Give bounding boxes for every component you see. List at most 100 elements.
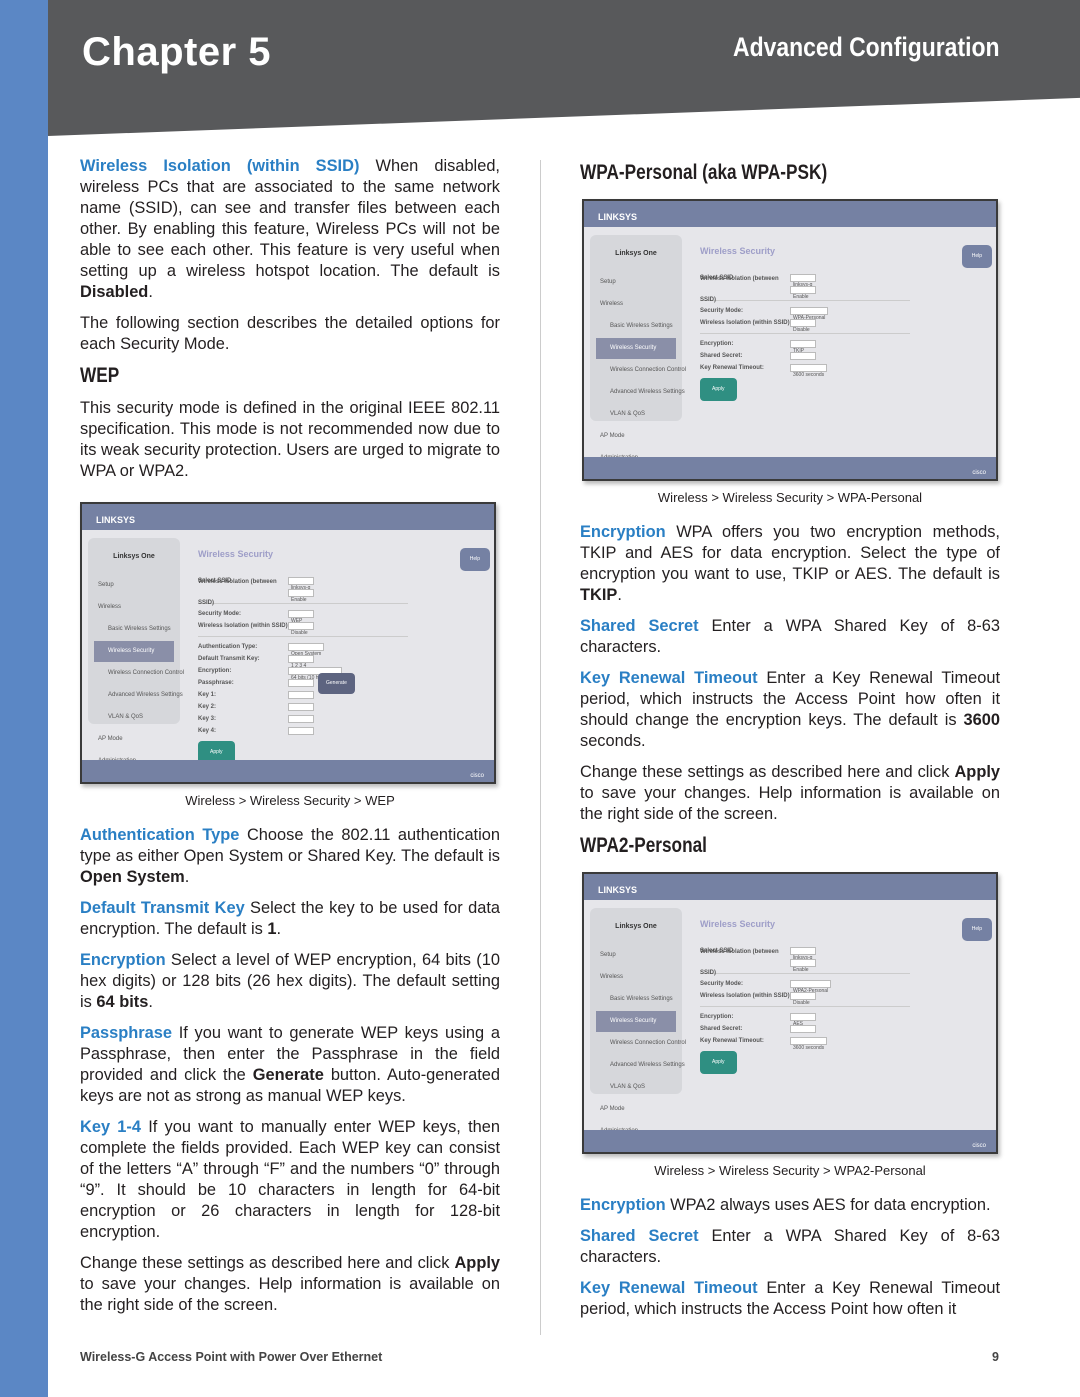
bold: Open System	[80, 868, 185, 886]
nav-item[interactable]: Setup	[596, 945, 676, 966]
form: Wireless Security Select SSID linksys-g Wir…	[700, 241, 910, 401]
paragraph: Authentication Type Choose the 802.11 au…	[80, 825, 500, 888]
nav-item[interactable]: Basic Wireless Settings	[596, 316, 676, 337]
help-button[interactable]: Help	[459, 548, 490, 571]
field-input[interactable]	[288, 727, 314, 735]
nav-item[interactable]: Wireless	[596, 294, 676, 315]
nav-item[interactable]: Wireless Connection Control	[596, 1033, 686, 1054]
bold: 64 bits	[96, 993, 149, 1011]
sidebar: Linksys One Setup Wireless Basic Wireless S…	[88, 538, 184, 782]
nav-item[interactable]: Wireless Security	[596, 1011, 676, 1032]
field-label: Wireless Isolation (within SSID)	[700, 992, 790, 999]
nav-item[interactable]: Advanced Wireless Settings	[94, 685, 183, 706]
nav-item[interactable]: AP Mode	[596, 1099, 676, 1120]
nav-item[interactable]: Wireless	[94, 597, 174, 618]
text: Change these settings as described here …	[80, 1254, 455, 1272]
field-input[interactable]	[288, 703, 314, 711]
chapter-title: Chapter 5	[82, 30, 271, 74]
field-input[interactable]	[288, 679, 314, 687]
term: Passphrase	[80, 1024, 173, 1042]
nav-item[interactable]: Setup	[94, 575, 174, 596]
sidebar: Linksys One Setup Wireless Basic Wireless S…	[590, 235, 686, 479]
footer-page-number: 9	[992, 1350, 999, 1364]
field-input[interactable]	[288, 691, 314, 699]
paragraph: This security mode is defined in the ori…	[80, 399, 500, 480]
paragraph: Passphrase If you want to generate WEP k…	[80, 1023, 500, 1107]
field-input[interactable]	[790, 1025, 816, 1033]
apply-button[interactable]: Apply	[700, 378, 737, 401]
form-row: Wireless Isolation (within SSID) Disable	[700, 990, 910, 1006]
left-column: Wireless Isolation (within SSID) When di…	[80, 156, 500, 1326]
page-title: Wireless Security	[198, 549, 273, 559]
field-input[interactable]: 1 2 3 4	[288, 655, 314, 669]
bold: Apply	[954, 763, 1000, 781]
text: .	[617, 586, 622, 604]
nav-item[interactable]: Advanced Wireless Settings	[596, 1055, 685, 1076]
field-input[interactable]: WPA-Personal	[790, 307, 829, 321]
generate-button[interactable]: Generate	[318, 672, 355, 694]
field-input[interactable]: Disable	[288, 622, 314, 636]
help-button[interactable]: Help	[961, 918, 992, 941]
bold: Apply	[454, 1254, 500, 1272]
field-input[interactable]: linksys-g	[790, 947, 816, 961]
nav-item[interactable]: Wireless	[596, 967, 676, 988]
nav-item[interactable]: AP Mode	[94, 729, 174, 750]
field-input[interactable]: 3600 seconds	[790, 364, 828, 378]
field-label: Key Renewal Timeout:	[700, 1037, 764, 1044]
field-input[interactable]: Disable	[790, 992, 816, 1006]
form-row: Wireless Isolation (between SSID) Enable	[700, 276, 910, 303]
paragraph: Default Transmit Key Select the key to b…	[80, 898, 500, 940]
field-input[interactable]: Enable	[790, 286, 816, 300]
page-title: Wireless Security	[700, 246, 775, 256]
text: Change these settings as described here …	[580, 763, 955, 781]
term: Key Renewal Timeout	[580, 669, 758, 687]
nav-item[interactable]: Wireless Connection Control	[94, 663, 184, 684]
term: Encryption	[580, 523, 666, 541]
nav-item[interactable]: VLAN & QoS	[596, 404, 676, 425]
nav-item[interactable]: VLAN & QoS	[596, 1077, 676, 1098]
field-input[interactable]: WEP	[288, 610, 314, 624]
field-input[interactable]	[790, 352, 816, 360]
field-input[interactable]: Enable	[790, 959, 816, 973]
field-input[interactable]: linksys-g	[790, 274, 816, 288]
nav-item[interactable]: AP Mode	[596, 426, 676, 447]
cisco-logo: cisco	[82, 760, 494, 782]
nav-item[interactable]: VLAN & QoS	[94, 707, 174, 728]
field-label: Wireless Isolation (within SSID)	[700, 319, 790, 326]
footer-product: Wireless-G Access Point with Power Over …	[80, 1350, 383, 1364]
field-input[interactable]: Disable	[790, 319, 816, 333]
field-label: Wireless Isolation (within SSID)	[198, 622, 288, 629]
field-input[interactable]: TKIP	[790, 340, 816, 354]
help-button[interactable]: Help	[961, 245, 992, 268]
apply-button[interactable]: Apply	[700, 1051, 737, 1074]
term: Encryption	[580, 1196, 666, 1214]
brand-logo: LINKSYS	[82, 504, 494, 530]
nav-item[interactable]: Basic Wireless Settings	[94, 619, 174, 640]
text: .	[276, 920, 282, 938]
nav-item[interactable]: Wireless Connection Control	[596, 360, 686, 381]
field-input[interactable]: Open System	[288, 643, 325, 657]
nav-item[interactable]: Wireless Security	[596, 338, 676, 359]
nav-item[interactable]: Basic Wireless Settings	[596, 989, 676, 1010]
field-input[interactable]: Enable	[288, 589, 314, 603]
field-input[interactable]: WPA2-Personal	[790, 980, 832, 994]
paragraph: Encryption WPA offers you two encryption…	[580, 522, 1000, 606]
paragraph: The following section describes the deta…	[80, 314, 500, 353]
screenshot-wep: LINKSYS Linksys One Setup Wireless Basic Wir…	[80, 502, 496, 784]
nav-item[interactable]: Advanced Wireless Settings	[596, 382, 685, 403]
field-input[interactable]	[288, 715, 314, 723]
text: .	[148, 283, 153, 301]
field-input[interactable]: AES	[790, 1013, 816, 1027]
heading-wpa2-personal: WPA2-Personal	[580, 834, 707, 857]
nav-item[interactable]: Setup	[596, 272, 676, 293]
nav-item[interactable]: Wireless Security	[94, 641, 174, 662]
caption: Wireless > Wireless Security > WPA-Perso…	[657, 490, 923, 505]
field-input[interactable]: 3600 seconds	[790, 1037, 828, 1051]
text: .	[148, 993, 153, 1011]
form-row: Key Renewal Timeout: 3600 seconds	[700, 362, 910, 378]
term: Shared Secret	[580, 1227, 699, 1245]
text: to save your changes. Help information i…	[580, 784, 1000, 823]
bold: TKIP	[580, 586, 618, 604]
field-input[interactable]: linksys-g	[288, 577, 314, 591]
sidebar-title: Linksys One	[615, 923, 657, 930]
